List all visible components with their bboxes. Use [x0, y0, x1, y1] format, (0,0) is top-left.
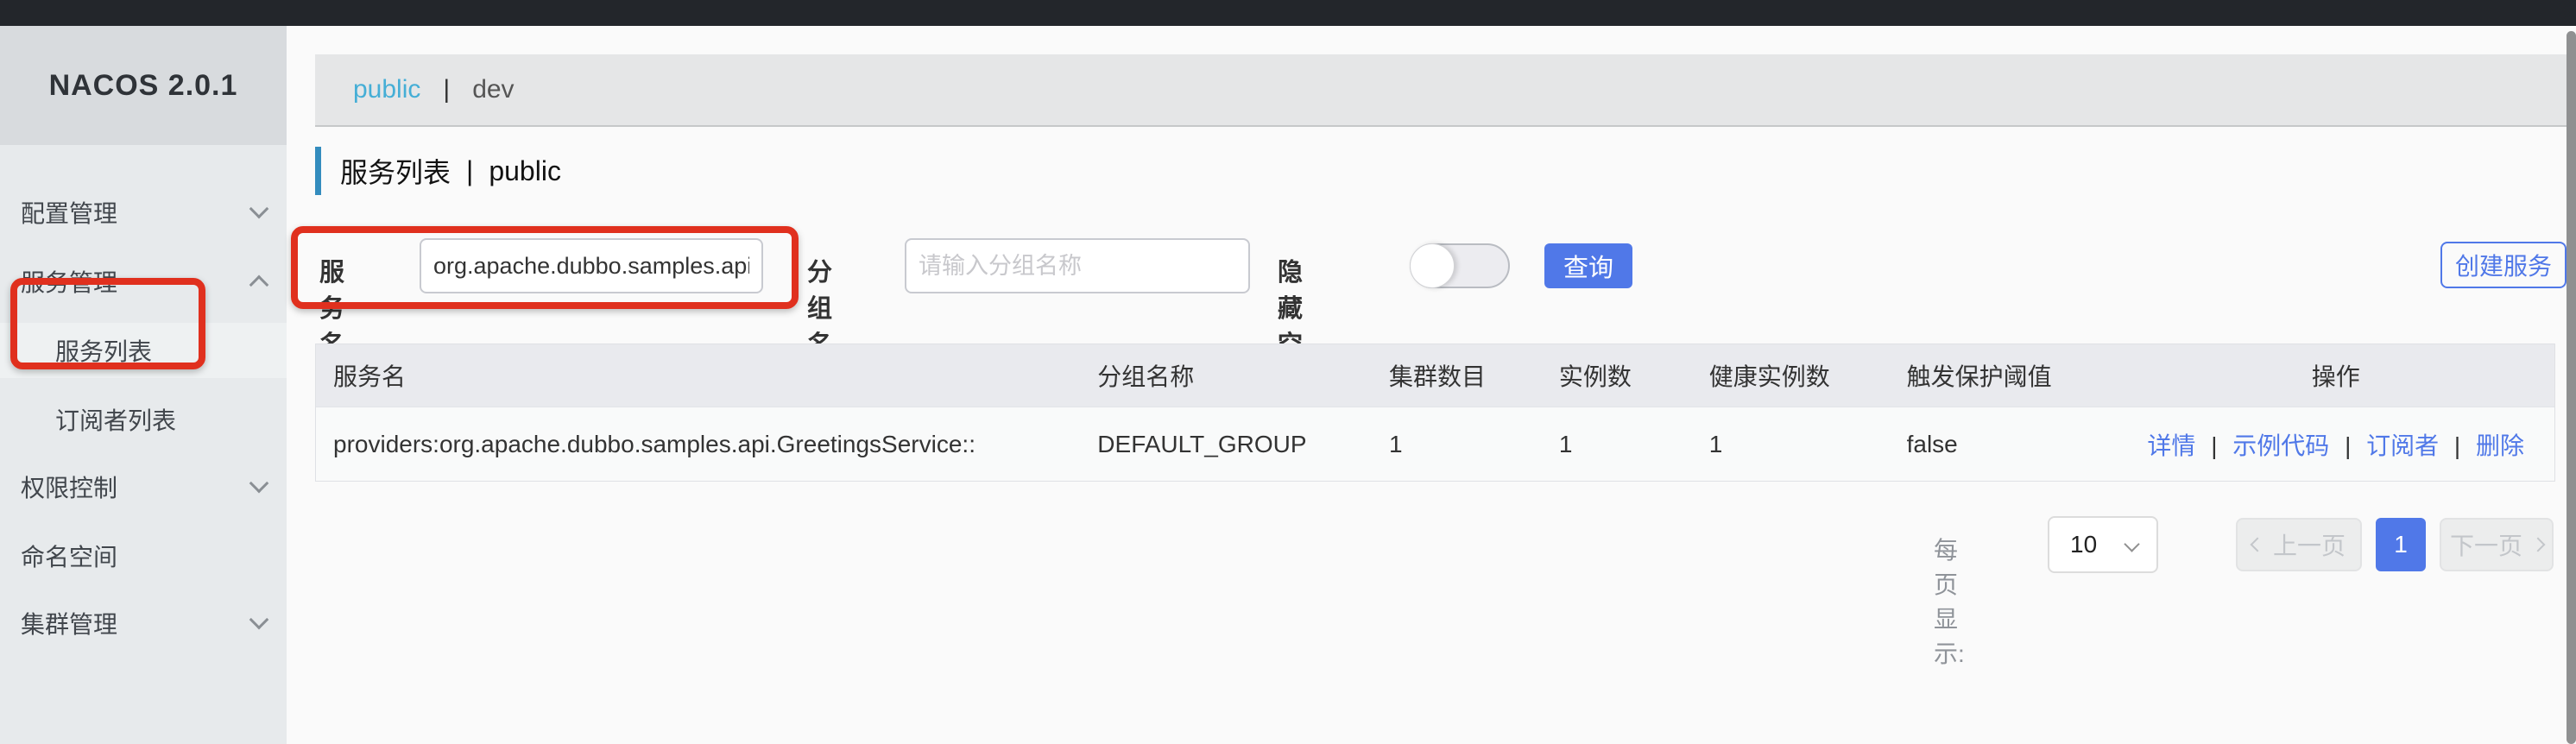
- sidebar-item-label: 命名空间: [0, 539, 117, 573]
- title-namespace: public: [489, 155, 561, 187]
- cell-protect-threshold: false: [1890, 431, 2118, 458]
- sidebar: NACOS 2.0.1 配置管理 服务管理 服务列表 订阅者列表 权限控制: [0, 26, 287, 744]
- chevron-down-icon: [2124, 536, 2139, 552]
- page-size-label: 每页显示:: [1934, 532, 1965, 670]
- operation-separator: |: [2454, 432, 2460, 459]
- sidebar-item-permission-control[interactable]: 权限控制: [0, 459, 287, 514]
- sidebar-item-namespace[interactable]: 命名空间: [0, 528, 287, 583]
- namespace-tab-public[interactable]: public: [353, 75, 420, 104]
- col-header-instance-count: 实例数: [1542, 358, 1692, 393]
- title-separator: |: [466, 155, 473, 187]
- create-service-button[interactable]: 创建服务: [2440, 242, 2567, 288]
- sidebar-item-cluster-management[interactable]: 集群管理: [0, 596, 287, 651]
- chevron-left-icon: [2250, 538, 2264, 552]
- cell-group-name: DEFAULT_GROUP: [1080, 431, 1372, 458]
- namespace-tab-dev[interactable]: dev: [472, 75, 514, 104]
- vertical-scrollbar[interactable]: [2567, 31, 2576, 744]
- table-header-row: 服务名 分组名称 集群数目 实例数 健康实例数 触发保护阈值 操作: [316, 344, 2554, 407]
- service-table: 服务名 分组名称 集群数目 实例数 健康实例数 触发保护阈值 操作 provid…: [315, 344, 2555, 482]
- page-size-select[interactable]: 10: [2048, 516, 2158, 573]
- sidebar-item-label: 集群管理: [0, 606, 117, 640]
- prev-page-label: 上一页: [2273, 527, 2346, 562]
- sidebar-item-label: 服务列表: [0, 333, 152, 368]
- service-name-input[interactable]: [420, 238, 763, 293]
- page-title: 服务列表: [340, 151, 451, 191]
- top-bar: [0, 0, 2576, 26]
- next-page-label: 下一页: [2450, 527, 2522, 562]
- col-header-service-name: 服务名: [316, 358, 1080, 393]
- hide-empty-service-toggle[interactable]: [1410, 243, 1510, 288]
- col-header-operations: 操作: [2117, 358, 2554, 393]
- detail-link[interactable]: 详情: [2147, 432, 2195, 459]
- next-page-button[interactable]: 下一页: [2440, 518, 2554, 571]
- chevron-down-icon: [249, 474, 269, 494]
- col-header-group-name: 分组名称: [1080, 358, 1372, 393]
- query-button[interactable]: 查询: [1544, 243, 1632, 288]
- namespace-bar: public | dev: [315, 54, 2567, 127]
- chevron-up-icon: [249, 275, 269, 295]
- toggle-knob: [1410, 243, 1455, 288]
- sidebar-item-label: 配置管理: [0, 195, 117, 230]
- sidebar-item-label: 权限控制: [0, 470, 117, 504]
- sidebar-header: NACOS 2.0.1: [0, 26, 287, 145]
- chevron-down-icon: [249, 199, 269, 219]
- sidebar-item-service-management[interactable]: 服务管理: [0, 254, 287, 309]
- sidebar-item-service-list[interactable]: 服务列表: [0, 323, 287, 378]
- current-page-button[interactable]: 1: [2376, 518, 2426, 571]
- cell-healthy-count: 1: [1692, 431, 1890, 458]
- col-header-cluster-count: 集群数目: [1372, 358, 1542, 393]
- cell-instance-count: 1: [1542, 431, 1692, 458]
- table-row: providers:org.apache.dubbo.samples.api.G…: [316, 407, 2554, 481]
- namespace-separator: |: [443, 75, 450, 104]
- sidebar-item-config-management[interactable]: 配置管理: [0, 185, 287, 240]
- cell-cluster-count: 1: [1372, 431, 1542, 458]
- prev-page-button[interactable]: 上一页: [2236, 518, 2362, 571]
- col-header-protect-threshold: 触发保护阈值: [1890, 358, 2118, 393]
- title-accent-bar: [315, 147, 321, 195]
- cell-service-name: providers:org.apache.dubbo.samples.api.G…: [316, 431, 1080, 458]
- nacos-console: NACOS 2.0.1 配置管理 服务管理 服务列表 订阅者列表 权限控制: [0, 0, 2576, 744]
- sample-code-link[interactable]: 示例代码: [2232, 432, 2329, 459]
- delete-link[interactable]: 删除: [2476, 432, 2524, 459]
- operation-separator: |: [2345, 432, 2351, 459]
- group-name-input[interactable]: [905, 238, 1250, 293]
- cell-operations: 详情 | 示例代码 | 订阅者 | 删除: [2117, 427, 2554, 462]
- app-title: NACOS 2.0.1: [49, 69, 238, 103]
- page-title-row: 服务列表 | public: [315, 147, 561, 195]
- subscriber-link[interactable]: 订阅者: [2366, 432, 2439, 459]
- chevron-down-icon: [249, 610, 269, 630]
- sidebar-item-subscriber-list[interactable]: 订阅者列表: [0, 392, 287, 447]
- main-content: public | dev 服务列表 | public 服务名称 分组名称 隐藏空…: [287, 26, 2576, 744]
- sidebar-item-label: 服务管理: [0, 264, 117, 299]
- sidebar-item-label: 订阅者列表: [0, 402, 176, 437]
- operation-separator: |: [2211, 432, 2217, 459]
- col-header-healthy-count: 健康实例数: [1692, 358, 1890, 393]
- chevron-right-icon: [2531, 538, 2546, 552]
- page-size-value: 10: [2070, 531, 2097, 558]
